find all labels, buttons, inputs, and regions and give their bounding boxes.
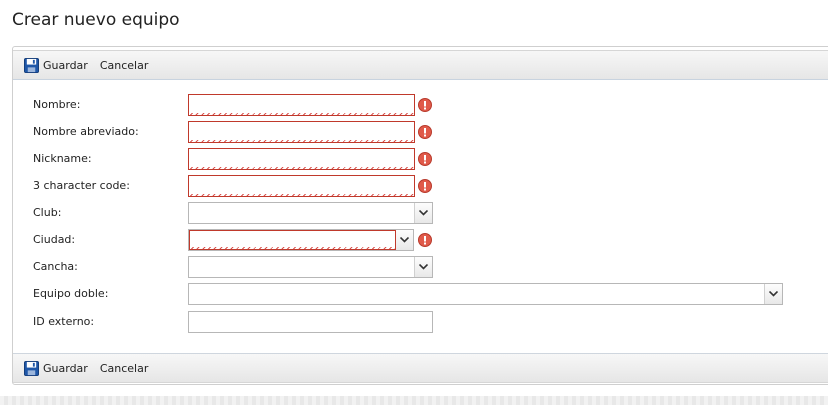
form-row-nombre-abreviado: Nombre abreviado: — [13, 121, 828, 143]
exclamation-circle-icon — [418, 179, 432, 193]
floppy-disk-icon — [24, 57, 39, 73]
cancha-label: Cancha: — [33, 260, 78, 273]
id-externo-input[interactable] — [188, 311, 433, 333]
create-team-form-panel: Guardar Cancelar Nombre: Nombre abreviad… — [12, 46, 828, 385]
nombre-abreviado-label: Nombre abreviado: — [33, 125, 139, 138]
equipo-doble-select[interactable] — [188, 283, 783, 305]
page-footer-strip — [0, 396, 828, 405]
form-row-cancha: Cancha: — [13, 256, 828, 278]
form-row-ciudad: Ciudad: — [13, 229, 828, 251]
cancha-selected-value — [189, 257, 415, 277]
equipo-doble-label: Equipo doble: — [33, 287, 109, 300]
form-row-id-externo: ID externo: — [13, 311, 828, 333]
club-label: Club: — [33, 206, 62, 219]
id-externo-label: ID externo: — [33, 315, 95, 328]
ciudad-selected-value — [189, 230, 396, 250]
nombre-label: Nombre: — [33, 98, 81, 111]
form-row-equipo-doble: Equipo doble: — [13, 283, 828, 305]
club-select[interactable] — [188, 202, 433, 224]
cancha-select[interactable] — [188, 256, 433, 278]
chevron-down-icon[interactable] — [415, 257, 432, 277]
cancel-button-label: Cancelar — [99, 361, 149, 375]
equipo-doble-selected-value — [189, 284, 765, 304]
chevron-down-icon[interactable] — [415, 203, 432, 223]
chevron-down-icon[interactable] — [396, 230, 413, 250]
club-selected-value — [189, 203, 415, 223]
top-toolbar: Guardar Cancelar — [13, 50, 828, 80]
save-button-label: Guardar — [43, 361, 88, 375]
save-button[interactable]: Guardar — [13, 53, 94, 77]
ciudad-select[interactable] — [188, 229, 414, 251]
code-label: 3 character code: — [33, 179, 130, 192]
page-title: Crear nuevo equipo — [12, 10, 180, 30]
nombre-abreviado-input[interactable] — [188, 121, 415, 143]
chevron-down-icon[interactable] — [765, 284, 782, 304]
exclamation-circle-icon — [418, 152, 432, 166]
form-row-code: 3 character code: — [13, 175, 828, 197]
cancel-button[interactable]: Cancelar — [94, 356, 155, 380]
save-button[interactable]: Guardar — [13, 356, 94, 380]
form-row-nombre: Nombre: — [13, 94, 828, 116]
exclamation-circle-icon — [418, 125, 432, 139]
floppy-disk-icon — [24, 360, 39, 376]
save-button-label: Guardar — [43, 58, 88, 72]
code-input[interactable] — [188, 175, 415, 197]
nickname-label: Nickname: — [33, 152, 92, 165]
ciudad-label: Ciudad: — [33, 233, 76, 246]
bottom-toolbar: Guardar Cancelar — [13, 353, 828, 383]
nickname-input[interactable] — [188, 148, 415, 170]
exclamation-circle-icon — [418, 98, 432, 112]
exclamation-circle-icon — [418, 233, 432, 247]
cancel-button-label: Cancelar — [99, 58, 149, 72]
cancel-button[interactable]: Cancelar — [94, 53, 155, 77]
nombre-input[interactable] — [188, 94, 415, 116]
form-row-club: Club: — [13, 202, 828, 224]
form-row-nickname: Nickname: — [13, 148, 828, 170]
